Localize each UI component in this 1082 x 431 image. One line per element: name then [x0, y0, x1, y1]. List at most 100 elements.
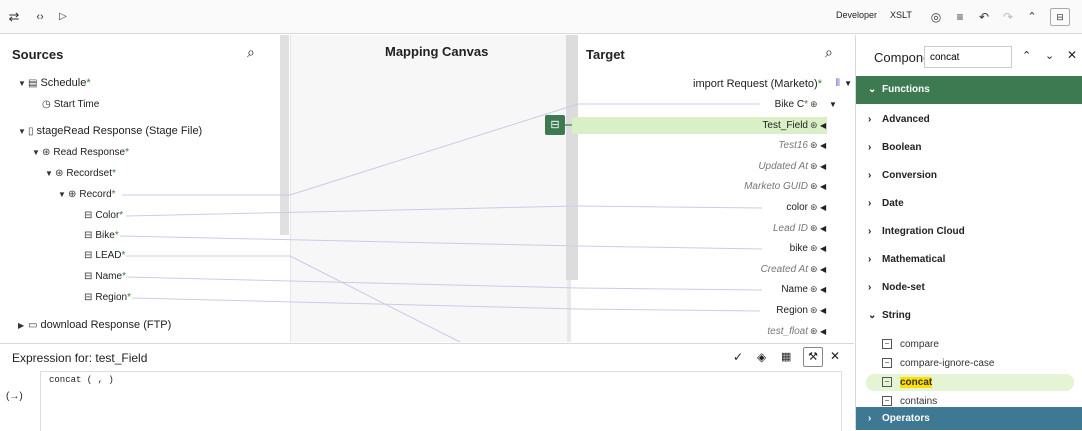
function-compare[interactable]: − compare	[866, 336, 1074, 353]
eye-icon[interactable]: ◎	[928, 7, 944, 27]
source-node-label: Bike	[95, 230, 115, 241]
next-match-icon[interactable]: ⌄	[1045, 49, 1054, 62]
mapping-canvas[interactable]: Mapping Canvas	[290, 35, 571, 342]
component-search-input[interactable]	[924, 46, 1012, 68]
field-icon: ⊟	[84, 292, 93, 303]
xslt-mode-label[interactable]: XSLT	[890, 10, 912, 20]
expand-left-icon[interactable]: ◀	[820, 162, 826, 171]
target-root-row[interactable]: import Request (Marketo)*	[693, 78, 822, 90]
expand-left-icon[interactable]: ◀	[820, 121, 826, 130]
target-node[interactable]: Region	[776, 305, 808, 316]
gutter-symbol: (→)	[6, 391, 23, 402]
caret-down-icon[interactable]: ▼	[829, 100, 837, 109]
chevron-right-icon: ›	[868, 114, 872, 125]
source-node-label: Name	[95, 271, 123, 282]
category-node-set[interactable]: › Node-set	[856, 274, 1082, 302]
operators-header[interactable]: › Operators	[856, 407, 1082, 430]
code-icon[interactable]: ‹›	[32, 7, 48, 27]
swap-icon[interactable]: ⇄	[6, 7, 22, 27]
target-node[interactable]: Name	[781, 284, 808, 295]
chevron-right-icon: ›	[868, 170, 872, 181]
target-node[interactable]: Bike C*	[775, 99, 808, 110]
caret-down-icon[interactable]: ▼	[32, 148, 42, 157]
source-node[interactable]: ▼ ▯ stageRead Response (Stage File)	[18, 125, 202, 137]
expand-left-icon[interactable]: ◀	[820, 244, 826, 253]
category-string[interactable]: ⌄ String	[856, 302, 1082, 330]
close-icon[interactable]: ✕	[1067, 48, 1077, 62]
check-icon[interactable]: ✓	[733, 350, 743, 364]
source-node[interactable]: ⊟ Name*	[84, 271, 126, 282]
category-advanced[interactable]: › Advanced	[856, 106, 1082, 134]
field-icon: ⊟	[84, 230, 93, 241]
calendar-icon[interactable]: ▦	[781, 350, 791, 363]
eraser-icon[interactable]: ◈	[757, 350, 766, 364]
collapse-up-icon[interactable]: ⌃	[1024, 7, 1040, 27]
expand-left-icon[interactable]: ◀	[820, 265, 826, 274]
source-node[interactable]: ⊟ Bike*	[84, 230, 119, 241]
function-node-icon[interactable]: ⊟	[545, 115, 565, 135]
expand-left-icon[interactable]: ◀	[820, 203, 826, 212]
category-mathematical[interactable]: › Mathematical	[856, 246, 1082, 274]
source-node[interactable]: ▼ ⊛ Read Response*	[32, 147, 129, 158]
target-node[interactable]: bike	[790, 243, 808, 254]
source-node[interactable]: ⊟ LEAD*	[84, 250, 125, 261]
search-icon[interactable]: ⌕	[247, 44, 255, 61]
caret-down-icon[interactable]: ▼	[58, 190, 68, 199]
source-node[interactable]: ⊟ Region*	[84, 292, 131, 303]
source-node[interactable]: ⊟ Color*	[84, 210, 123, 221]
expand-left-icon[interactable]: ◀	[820, 182, 826, 191]
expand-left-icon[interactable]: ◀	[820, 306, 826, 315]
target-node[interactable]: color	[786, 202, 808, 213]
undo-icon[interactable]: ↶	[976, 7, 992, 27]
caret-down-icon[interactable]: ▼	[844, 79, 852, 88]
target-node[interactable]: Marketo GUID	[744, 181, 808, 192]
source-node[interactable]: ▼ ▤ Schedule*	[18, 77, 91, 89]
source-node[interactable]: ▼ ⊕ Record*	[58, 189, 116, 200]
target-node[interactable]: Test16	[778, 140, 808, 151]
target-node-label: Region	[776, 305, 808, 316]
folder-icon: ▭	[28, 320, 38, 331]
expand-left-icon[interactable]: ◀	[820, 327, 826, 336]
target-node[interactable]: Updated At	[758, 161, 808, 172]
expand-left-icon[interactable]: ◀	[820, 141, 826, 150]
expand-left-icon[interactable]: ◀	[820, 224, 826, 233]
category-date[interactable]: › Date	[856, 190, 1082, 218]
expand-left-icon[interactable]: ◀	[820, 285, 826, 294]
target-node-label: Test16	[778, 140, 808, 152]
panel-toggle-icon[interactable]: ⊟	[1050, 8, 1070, 26]
caret-down-icon[interactable]: ▼	[18, 79, 28, 88]
play-icon[interactable]: ▷	[56, 7, 70, 27]
expression-editor[interactable]: concat ( , )	[40, 371, 842, 431]
target-root-label: import Request (Marketo)	[693, 78, 818, 90]
category-label: Integration Cloud	[882, 226, 965, 237]
category-conversion[interactable]: › Conversion	[856, 162, 1082, 190]
function-compare-ignore-case[interactable]: − compare-ignore-case	[866, 355, 1074, 372]
filter-icon[interactable]: ≡	[952, 7, 968, 27]
tools-icon[interactable]: ⚒	[803, 347, 823, 367]
target-node[interactable]: Created At	[761, 264, 808, 275]
record-icon: ⊕	[68, 189, 77, 200]
functions-header[interactable]: ⌄ Functions	[856, 76, 1082, 104]
sources-scrollbar[interactable]	[280, 35, 289, 235]
category-integration-cloud[interactable]: › Integration Cloud	[856, 218, 1082, 246]
target-node[interactable]: test_float	[767, 326, 808, 337]
caret-right-icon[interactable]: ▶	[18, 321, 28, 330]
redo-icon[interactable]: ↷	[1000, 7, 1016, 27]
element-icon: ⊛	[810, 202, 818, 212]
target-scrollbar[interactable]	[566, 35, 578, 280]
close-icon[interactable]: ✕	[830, 349, 840, 363]
source-node[interactable]: ◷ Start Time	[42, 99, 99, 110]
source-node[interactable]: ▶ ▭ download Response (FTP)	[18, 319, 171, 331]
developer-mode-label[interactable]: Developer	[836, 10, 877, 20]
previous-match-icon[interactable]: ⌃	[1022, 49, 1031, 62]
chevron-right-icon: ›	[868, 282, 872, 293]
source-node[interactable]: ▼ ⊛ Recordset*	[45, 168, 116, 179]
caret-down-icon[interactable]: ▼	[18, 127, 28, 136]
target-node[interactable]: Test_Field	[762, 120, 808, 131]
category-boolean[interactable]: › Boolean	[856, 134, 1082, 162]
function-concat[interactable]: − concat	[866, 374, 1074, 391]
function-icon: −	[882, 339, 892, 349]
caret-down-icon[interactable]: ▼	[45, 169, 55, 178]
target-node[interactable]: Lead ID	[773, 223, 808, 234]
search-icon[interactable]: ⌕	[825, 44, 833, 61]
